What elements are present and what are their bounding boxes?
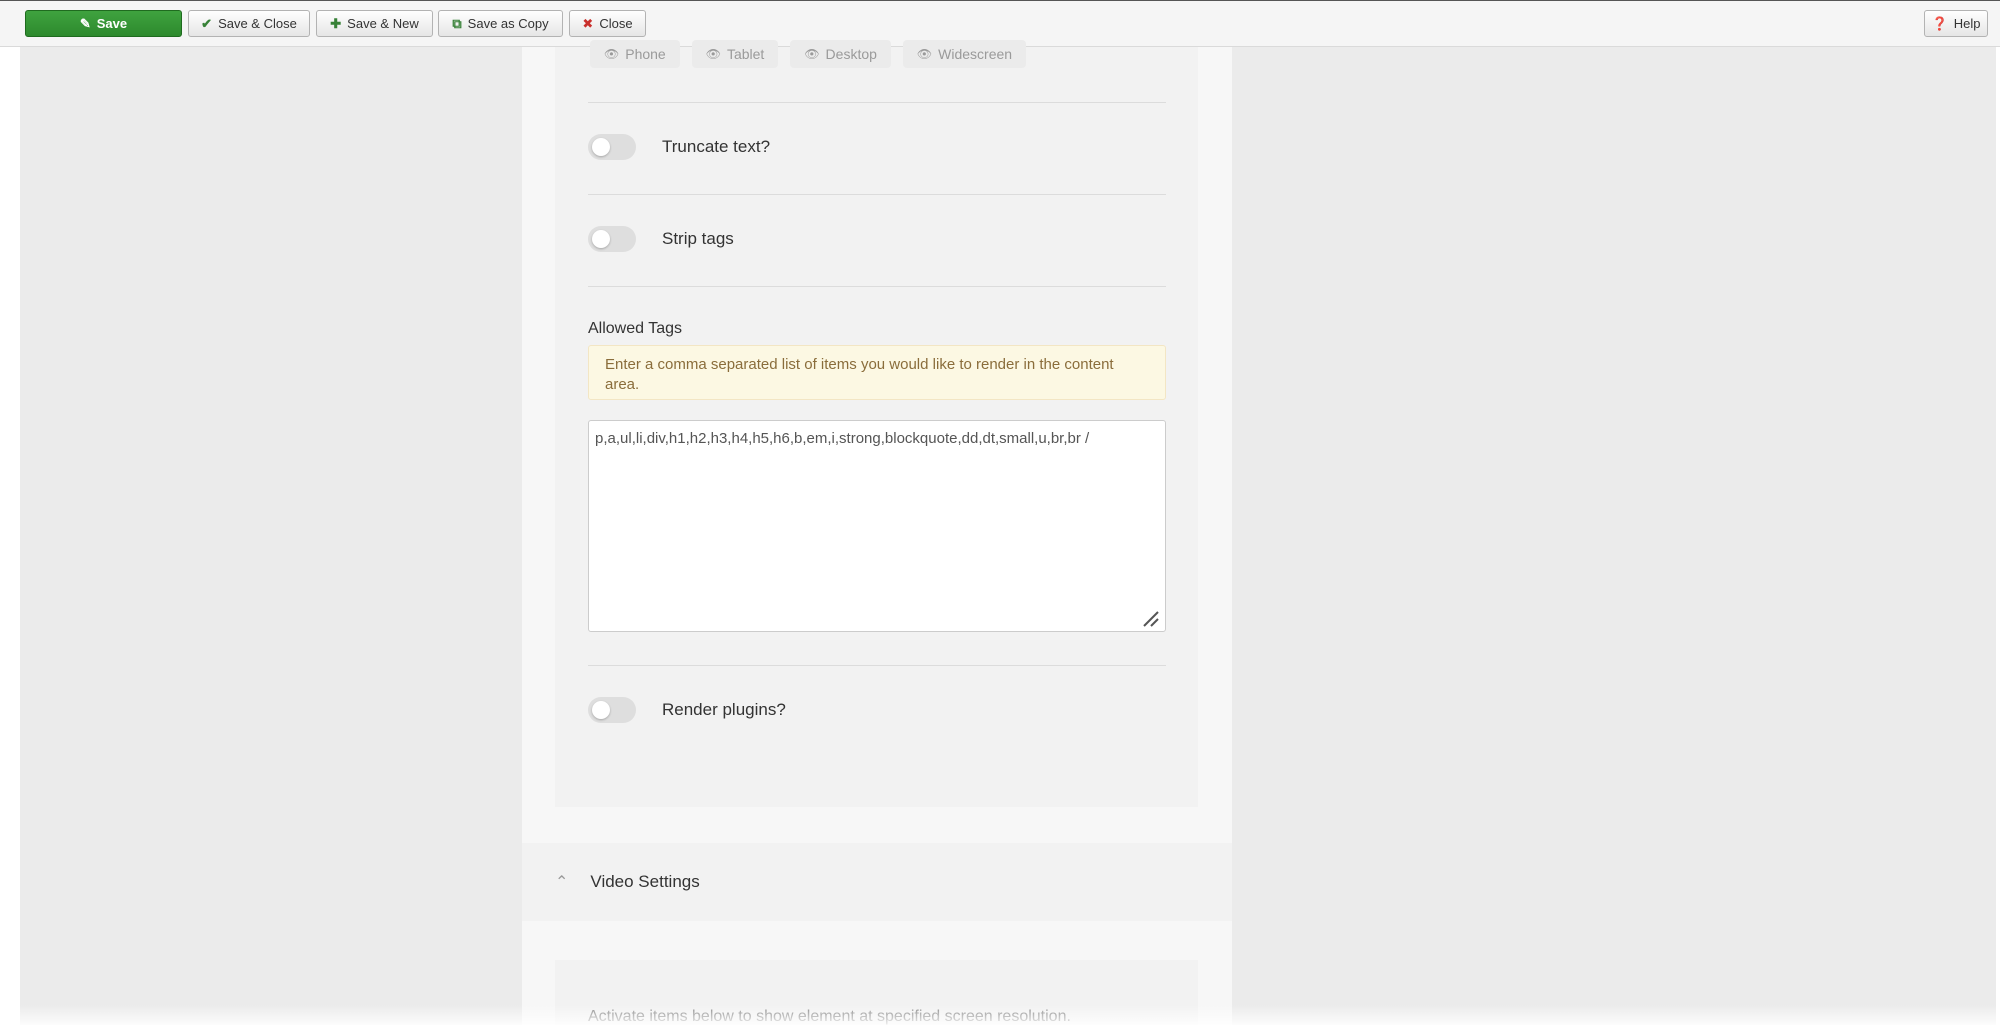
help-label: Help [1953,16,1981,31]
strip-tags-label: Strip tags [662,229,734,248]
allowed-tags-textarea[interactable]: p,a,ul,li,div,h1,h2,h3,h4,h5,h6,b,em,i,s… [588,420,1166,632]
check-icon: ✔ [201,16,213,31]
save-close-button[interactable]: ✔ Save & Close [188,10,310,37]
question-circle-icon: ❓ [1931,16,1948,31]
truncate-text-label: Truncate text? [662,137,771,156]
allowed-tags-hint: Enter a comma separated list of items yo… [588,345,1166,400]
left-margin [0,47,20,1025]
device-label: Desktop [825,46,877,62]
save-button-label: Save [96,16,128,31]
device-label: Phone [625,46,666,62]
render-plugins-toggle[interactable] [588,697,636,723]
divider [588,286,1166,287]
divider [588,102,1166,103]
save-new-label: Save & New [347,16,419,31]
allowed-tags-label: Allowed Tags [588,320,682,337]
toggle-knob [592,701,610,719]
save-button[interactable]: ✎ Save [25,10,182,37]
eye-icon: 👁 [804,47,820,61]
eye-icon: 👁 [916,47,933,61]
save-copy-button[interactable]: ⧉ Save as Copy [438,10,563,37]
device-phone-button[interactable]: 👁 Phone [590,40,680,68]
eye-icon: 👁 [604,47,620,61]
truncate-text-toggle[interactable] [588,134,636,160]
device-visibility-row: 👁 Phone 👁 Tablet 👁 Desktop 👁 Widescreen [590,40,1027,68]
toggle-knob [592,138,610,156]
divider [588,194,1166,195]
chevron-up-icon: ⌃ [555,874,569,891]
close-label: Close [599,16,633,31]
device-label: Widescreen [938,46,1013,62]
render-plugins-label: Render plugins? [662,700,786,719]
toggle-knob [592,230,610,248]
strip-tags-toggle[interactable] [588,226,636,252]
plus-icon: ✚ [330,16,342,31]
edit-icon: ✎ [79,16,91,31]
save-new-button[interactable]: ✚ Save & New [316,10,433,37]
device-label: Tablet [726,46,765,62]
help-button[interactable]: ❓ Help [1924,10,1988,37]
device-tablet-button[interactable]: 👁 Tablet [691,40,779,68]
right-margin [1996,47,2000,1025]
video-settings-title: Video Settings [590,872,700,891]
close-button[interactable]: ✖ Close [569,10,646,37]
copy-icon: ⧉ [452,16,462,31]
device-desktop-button[interactable]: 👁 Desktop [790,40,891,68]
resize-grip-icon[interactable] [1140,608,1160,628]
video-settings-header[interactable]: ⌃ Video Settings [522,843,1232,921]
close-circle-icon: ✖ [582,16,594,31]
device-widescreen-button[interactable]: 👁 Widescreen [902,40,1027,68]
divider [588,665,1166,666]
save-close-label: Save & Close [218,16,297,31]
eye-icon: 👁 [705,47,721,61]
device-visibility-note: Activate items below to show element at … [588,1008,1071,1025]
save-copy-label: Save as Copy [467,16,549,31]
